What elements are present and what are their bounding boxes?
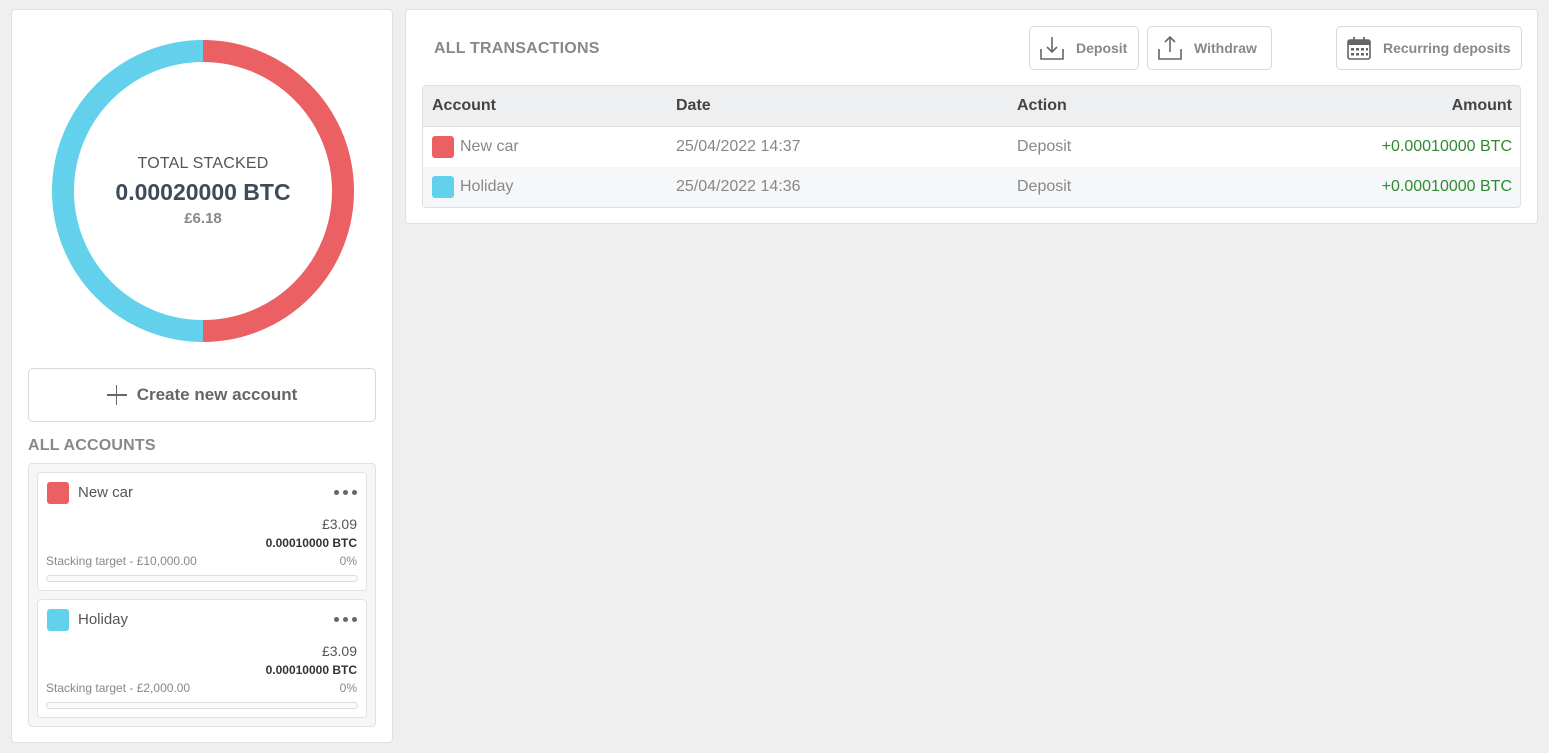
table-row[interactable]: New car 25/04/2022 14:37 Deposit +0.0001… bbox=[423, 127, 1520, 167]
total-stacked-donut-chart: TOTAL STACKED 0.00020000 BTC £6.18 bbox=[52, 40, 354, 342]
more-options-icon[interactable] bbox=[334, 485, 358, 499]
stacking-target: Stacking target - £10,000.00 bbox=[46, 554, 197, 568]
transactions-panel: ALL TRANSACTIONS Deposit Withdraw Recurr… bbox=[405, 9, 1538, 224]
row-action: Deposit bbox=[1017, 138, 1072, 155]
target-progress-bar bbox=[46, 702, 358, 709]
account-name: Holiday bbox=[78, 611, 129, 628]
account-gbp-balance: £3.09 bbox=[321, 516, 357, 532]
plus-icon bbox=[106, 385, 127, 405]
deposit-button[interactable]: Deposit bbox=[1029, 26, 1139, 70]
target-percent: 0% bbox=[339, 681, 357, 695]
recurring-deposits-button[interactable]: Recurring deposits bbox=[1336, 26, 1522, 70]
target-percent: 0% bbox=[339, 554, 357, 568]
more-options-icon[interactable] bbox=[334, 612, 358, 626]
column-header-amount[interactable]: Amount bbox=[1309, 97, 1520, 115]
download-icon bbox=[1040, 37, 1064, 60]
target-progress-bar bbox=[46, 575, 358, 582]
recurring-deposits-label: Recurring deposits bbox=[1383, 40, 1511, 56]
row-account-name: Holiday bbox=[460, 178, 514, 195]
row-amount: +0.00010000 BTC bbox=[1381, 178, 1512, 195]
total-stacked-label: TOTAL STACKED bbox=[137, 155, 269, 172]
all-transactions-heading: ALL TRANSACTIONS bbox=[434, 40, 600, 57]
row-action: Deposit bbox=[1017, 178, 1072, 195]
accounts-list: New car £3.09 0.00010000 BTC Stacking ta… bbox=[28, 463, 376, 727]
table-header: Account Date Action Amount bbox=[423, 86, 1520, 127]
withdraw-button[interactable]: Withdraw bbox=[1147, 26, 1272, 70]
table-row[interactable]: Holiday 25/04/2022 14:36 Deposit +0.0001… bbox=[423, 167, 1520, 207]
account-btc-balance: 0.00010000 BTC bbox=[265, 663, 357, 677]
row-account: New car bbox=[423, 136, 668, 158]
account-color-swatch bbox=[47, 482, 69, 504]
upload-icon bbox=[1158, 35, 1182, 60]
total-gbp-value: £6.18 bbox=[184, 210, 222, 227]
account-gbp-balance: £3.09 bbox=[321, 643, 357, 659]
row-date: 25/04/2022 14:36 bbox=[676, 178, 801, 195]
stacking-target: Stacking target - £2,000.00 bbox=[46, 681, 191, 695]
account-color-swatch bbox=[432, 176, 454, 198]
row-amount: +0.00010000 BTC bbox=[1381, 138, 1512, 155]
all-accounts-heading: ALL ACCOUNTS bbox=[28, 437, 156, 454]
column-header-date[interactable]: Date bbox=[668, 97, 1009, 115]
account-btc-balance: 0.00010000 BTC bbox=[265, 536, 357, 550]
account-color-swatch bbox=[432, 136, 454, 158]
transactions-table: Account Date Action Amount New car 25/04… bbox=[422, 85, 1521, 208]
account-name: New car bbox=[78, 484, 134, 501]
calendar-icon bbox=[1347, 37, 1371, 60]
donut-center: TOTAL STACKED 0.00020000 BTC £6.18 bbox=[52, 40, 354, 342]
accounts-panel: TOTAL STACKED 0.00020000 BTC £6.18 Creat… bbox=[11, 9, 393, 743]
withdraw-label: Withdraw bbox=[1194, 40, 1257, 56]
column-header-account[interactable]: Account bbox=[423, 97, 668, 115]
row-date: 25/04/2022 14:37 bbox=[676, 138, 801, 155]
column-header-action[interactable]: Action bbox=[1009, 97, 1309, 115]
create-new-account-label: Create new account bbox=[136, 385, 298, 404]
create-new-account-button[interactable]: Create new account bbox=[28, 368, 376, 422]
row-account: Holiday bbox=[423, 176, 668, 198]
account-card-holiday[interactable]: Holiday £3.09 0.00010000 BTC Stacking ta… bbox=[37, 599, 367, 718]
account-color-swatch bbox=[47, 609, 69, 631]
account-card-new-car[interactable]: New car £3.09 0.00010000 BTC Stacking ta… bbox=[37, 472, 367, 591]
deposit-label: Deposit bbox=[1076, 40, 1128, 56]
total-btc-value: 0.00020000 BTC bbox=[115, 179, 291, 205]
row-account-name: New car bbox=[460, 138, 519, 155]
